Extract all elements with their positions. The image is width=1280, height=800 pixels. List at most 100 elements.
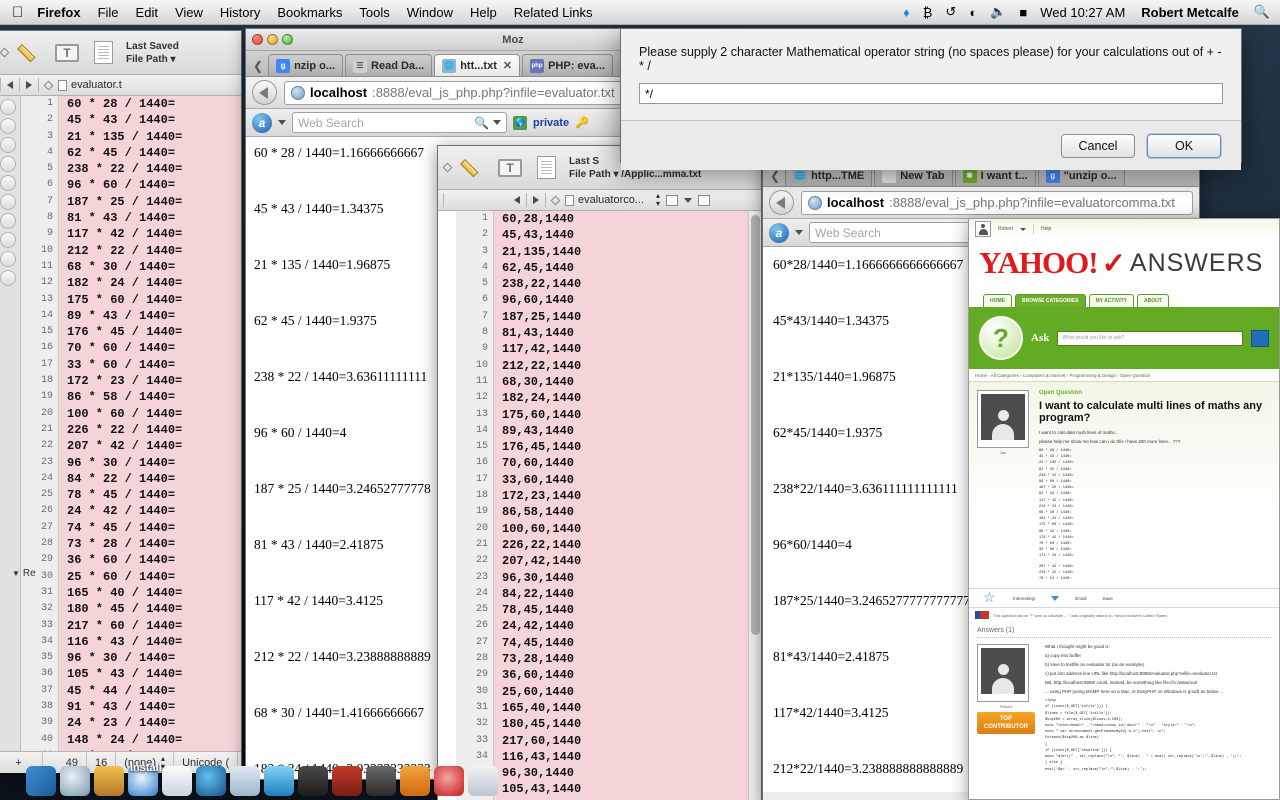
side-disc-icon[interactable]	[0, 156, 16, 172]
side-disc-icon[interactable]	[0, 99, 16, 115]
battery-icon[interactable]: ■	[1019, 5, 1027, 20]
chevron-down-icon[interactable]	[493, 120, 501, 125]
editor1-body[interactable]: 1 2 3 4 5 6 7 8 9 10 11 12 13 14 15 16 17 18 19 20 21 22 23 24 2…	[0, 96, 241, 751]
yahoo-account-bar[interactable]: Robert Help	[969, 219, 1279, 239]
proxy-diamond-icon[interactable]	[43, 80, 54, 90]
tab-scroll-left-icon[interactable]: ❮	[767, 169, 783, 186]
file-path-label[interactable]: File Path ▾	[126, 53, 179, 66]
yahoo-action-bar[interactable]: ☆ Interesting! Email Save	[969, 588, 1279, 609]
zoom-icon[interactable]	[282, 34, 293, 45]
dock-icon-ical[interactable]	[94, 766, 124, 796]
side-disc-icon[interactable]	[0, 118, 16, 134]
back-button[interactable]	[252, 80, 277, 105]
editor1-code-area[interactable]: 60 * 28 / 1440= 45 * 43 / 1440= 21 * 135 /…	[59, 96, 241, 751]
wifi-icon[interactable]: ◐	[969, 5, 977, 20]
breadcrumb[interactable]: Home › All Categories › Computers & Inte…	[969, 369, 1279, 382]
pencil-icon[interactable]	[18, 39, 44, 67]
search-icon[interactable]: 🔍	[474, 116, 489, 130]
side-disc-icon[interactable]	[0, 270, 16, 286]
answerer-avatar[interactable]	[977, 644, 1029, 703]
private-browsing-label[interactable]: private	[533, 117, 569, 129]
menu-item-tools[interactable]: Tools	[359, 5, 389, 20]
dropbox-icon[interactable]: ♦	[903, 5, 910, 20]
editor2-scrollbar[interactable]	[748, 211, 761, 800]
operator-input[interactable]: */	[639, 83, 1223, 104]
editor2-file-tab[interactable]: evaluatorco...	[565, 194, 644, 206]
operator-prompt-dialog[interactable]: Please supply 2 character Mathematical o…	[620, 28, 1242, 170]
menu-item-window[interactable]: Window	[407, 5, 453, 20]
ask-input[interactable]: What would you like to ask?	[1057, 330, 1243, 346]
yahoo-tab-browse-categories[interactable]: BROWSE CATEGORIES	[1015, 294, 1086, 307]
amazon-search-icon[interactable]: a	[769, 222, 789, 243]
editor1-side-pane[interactable]	[0, 96, 21, 751]
spotlight-search-icon[interactable]: 🔍	[1254, 4, 1270, 20]
yahoo-tab-about[interactable]: ABOUT	[1136, 294, 1169, 307]
chevron-down-icon[interactable]	[1020, 227, 1027, 231]
editor1-results-disclosure[interactable]: ▼ Re	[12, 568, 36, 579]
dock-icon-terminal[interactable]	[298, 766, 328, 796]
chevron-down-icon[interactable]	[1051, 595, 1060, 601]
yahoo-ask-band[interactable]: ? Ask What would you like to ask?	[969, 307, 1279, 369]
chevron-down-icon[interactable]: ▼	[12, 569, 20, 578]
document-icon[interactable]	[90, 39, 116, 67]
menu-item-history[interactable]: History	[220, 5, 260, 20]
yahoo-help-link[interactable]: Help	[1041, 226, 1051, 232]
nav-forward-icon[interactable]	[533, 196, 539, 204]
menubar-user[interactable]: Robert Metcalfe	[1141, 5, 1239, 20]
split-view-icon[interactable]	[698, 194, 711, 206]
dock-icon-installer[interactable]	[230, 766, 260, 796]
close-tab-icon[interactable]: ✕	[503, 59, 512, 72]
proxy-diamond-icon[interactable]	[550, 195, 561, 205]
macos-menubar[interactable]:  Firefox File Edit View History Bookmar…	[0, 0, 1280, 25]
dock-icon-preview[interactable]	[162, 766, 192, 796]
volume-icon[interactable]: 🔈	[990, 4, 1006, 20]
chevron-down-icon[interactable]	[278, 120, 286, 125]
yahoo-logo[interactable]: YAHOO! ✓ ANSWERS	[969, 239, 1279, 287]
text-editor-window-evaluator[interactable]: T Last Saved File Path ▾ evaluator.t 1 2…	[0, 30, 242, 773]
menu-item-bookmarks[interactable]: Bookmarks	[277, 5, 342, 20]
browser2-urlbar[interactable]: localhost:8888/eval_js_php.php?infile=ev…	[763, 187, 1199, 219]
menu-item-firefox[interactable]: Firefox	[37, 5, 80, 20]
side-disc-icon[interactable]	[0, 213, 16, 229]
dialog-footer[interactable]: Cancel OK	[621, 120, 1241, 170]
stepper-icon[interactable]: ▴ ▾	[656, 192, 660, 208]
editor1-navbar[interactable]: evaluator.t	[0, 75, 241, 96]
menubar-clock[interactable]: Wed 10:27 AM	[1040, 5, 1125, 20]
apple-logo-icon[interactable]: 	[12, 5, 23, 20]
browser1-tab-3[interactable]: php PHP: eva...	[522, 54, 613, 76]
dock-icon-opera[interactable]	[434, 766, 464, 796]
editor2-navbar[interactable]: evaluatorco... ▴ ▾	[438, 190, 761, 211]
nav-forward-icon[interactable]	[26, 81, 32, 89]
dock-icon-vlc[interactable]	[400, 766, 430, 796]
side-disc-icon[interactable]	[0, 194, 16, 210]
asker-avatar[interactable]	[977, 390, 1029, 448]
side-disc-icon[interactable]	[0, 251, 16, 267]
dock-icon-firefox[interactable]	[196, 766, 226, 796]
dock-icon-mamp[interactable]	[366, 766, 396, 796]
close-icon[interactable]	[252, 34, 263, 45]
book-icon[interactable]	[666, 194, 679, 206]
dock-icon-mail[interactable]	[264, 766, 294, 796]
editor1-file-tab[interactable]: evaluator.t	[58, 79, 122, 91]
yahoo-nav-tabs[interactable]: HOME BROWSE CATEGORIES MY ACTIVITY ABOUT	[969, 287, 1279, 307]
yahoo-tab-my-activity[interactable]: MY ACTIVITY	[1088, 294, 1134, 307]
browser1-tab-1[interactable]: ☰ Read Da...	[345, 54, 433, 76]
menu-item-edit[interactable]: Edit	[136, 5, 158, 20]
side-disc-icon[interactable]	[0, 137, 16, 153]
dock[interactable]: Install	[0, 748, 1280, 800]
avatar[interactable]	[975, 221, 991, 237]
scrollbar-thumb[interactable]	[751, 215, 760, 635]
menu-item-related-links[interactable]: Related Links	[514, 5, 593, 20]
yahoo-account-name[interactable]: Robert	[998, 226, 1013, 232]
dock-icon-finder[interactable]	[26, 766, 56, 796]
ask-search-button[interactable]	[1251, 329, 1269, 347]
yahoo-tab-home[interactable]: HOME	[983, 294, 1012, 307]
window-controls[interactable]	[252, 34, 293, 45]
dock-icon-textwrangler[interactable]	[332, 766, 362, 796]
dock-icon-safari[interactable]	[60, 766, 90, 796]
key-icon[interactable]: 🔑	[575, 116, 589, 129]
cancel-button[interactable]: Cancel	[1061, 133, 1135, 158]
proxy-diamond-icon[interactable]	[0, 47, 10, 58]
document-icon[interactable]	[533, 154, 559, 182]
browser1-tab-0[interactable]: g nzip o...	[268, 54, 344, 76]
